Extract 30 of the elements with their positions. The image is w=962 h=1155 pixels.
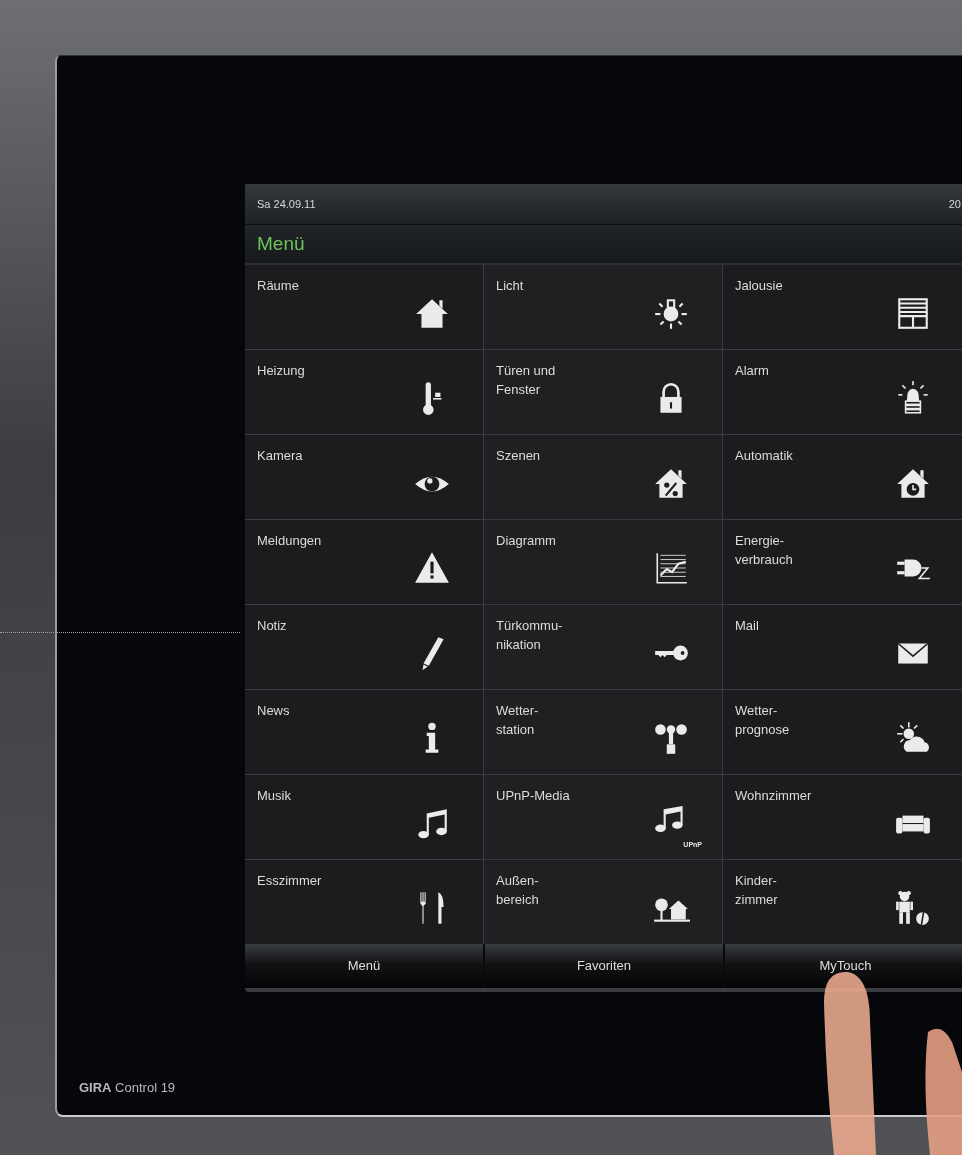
menu-tile[interactable]: Meldungen [245,519,483,604]
menu-tile[interactable]: Notiz [245,604,483,689]
screen-title: Menü [257,231,305,256]
menu-tile[interactable]: Musik [245,774,483,859]
menu-tile[interactable]: Türkommu- nikation [484,604,722,689]
menu-tile[interactable]: Energie- verbrauch [723,519,962,604]
menu-tile[interactable]: Heizung [245,349,483,434]
menu-tile[interactable]: Wetter- prognose [723,689,962,774]
menu-tile[interactable]: Jalousie [723,264,962,349]
tab-button[interactable]: MyTouch [725,943,962,988]
menu-tile[interactable]: Esszimmer [245,859,483,944]
menu-tile[interactable]: News [245,689,483,774]
tab-button[interactable]: Favoriten [485,943,723,988]
tab-button[interactable]: Menü [245,943,483,988]
date-text: Sa 24.09.11 [257,196,316,212]
menu-tile[interactable]: Türen und Fenster [484,349,722,434]
menu-tile[interactable]: Außen- bereich [484,859,722,944]
menu-tile[interactable]: Diagramm [484,519,722,604]
device-label: GIRA Control 19 [79,1078,177,1097]
menu-tile[interactable]: Wetter- station [484,689,722,774]
teddy-ball-icon [894,888,932,927]
menu-tile[interactable]: Mail [723,604,962,689]
menu-tile[interactable]: Alarm [723,349,962,434]
menu-tile[interactable]: Wohnzimmer [723,774,962,859]
menu-tile[interactable]: Automatik [723,434,962,519]
menu-tile[interactable]: Räume [245,264,483,349]
menu-tile[interactable]: Kamera [245,434,483,519]
menu-tile[interactable]: Kinder- zimmer [723,859,962,944]
menu-tile[interactable]: Szenen [484,434,722,519]
menu-tile[interactable]: Licht [484,264,722,349]
